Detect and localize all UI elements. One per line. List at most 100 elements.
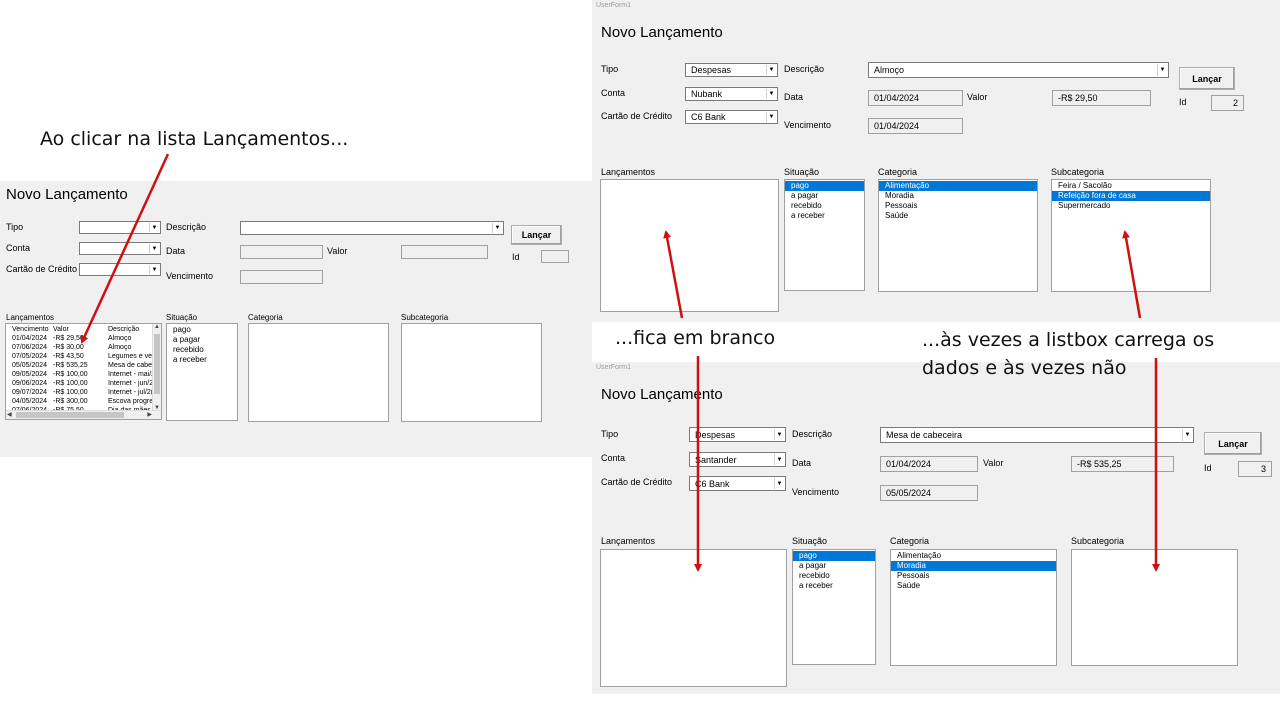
table-row[interactable]: 04/05/2024 -R$ 300,00 Escova progres [12, 397, 161, 406]
lancar-button[interactable]: Lançar [511, 225, 562, 245]
scroll-right-icon[interactable]: ▶ [147, 411, 152, 418]
table-cell: Internet - mai/2 [108, 371, 154, 378]
tipo-combobox[interactable]: Despesas ▼ [689, 427, 786, 442]
list-item[interactable]: pago [785, 181, 864, 191]
table-cell: Almoço [108, 344, 132, 351]
dropdown-arrow-icon[interactable]: ▼ [149, 223, 159, 232]
valor-field[interactable] [401, 245, 488, 259]
conta-combobox[interactable]: Santander ▼ [689, 452, 786, 467]
subcategoria-listbox[interactable] [1071, 549, 1238, 666]
id-field[interactable]: 2 [1211, 95, 1244, 111]
horizontal-scrollbar[interactable]: ◀ ▶ [6, 410, 161, 419]
list-item[interactable]: recebido [785, 201, 864, 211]
dropdown-arrow-icon[interactable]: ▼ [766, 65, 776, 75]
categoria-listbox[interactable] [248, 323, 389, 422]
conta-combobox[interactable]: ▼ [79, 242, 161, 255]
list-item[interactable]: pago [167, 325, 237, 335]
categoria-label: Categoria [248, 313, 283, 322]
descricao-combobox[interactable]: Almoço ▼ [868, 62, 1169, 78]
dropdown-arrow-icon[interactable]: ▼ [1182, 429, 1192, 441]
list-item[interactable]: a receber [167, 355, 237, 365]
dropdown-arrow-icon[interactable]: ▼ [766, 89, 776, 99]
dropdown-arrow-icon[interactable]: ▼ [492, 223, 502, 233]
descricao-label: Descrição [166, 222, 207, 232]
table-row[interactable]: 05/05/2024 -R$ 535,25 Mesa de cabec [12, 361, 161, 370]
situacao-listbox[interactable]: pago a pagar recebido a receber [784, 179, 865, 291]
table-row[interactable]: 07/05/2024 -R$ 43,50 Legumes e verd [12, 352, 161, 361]
list-item[interactable]: Refeição fora de casa [1052, 191, 1210, 201]
vencimento-field[interactable]: 05/05/2024 [880, 485, 978, 501]
list-item[interactable]: Alimentação [879, 181, 1037, 191]
grid-header-descricao: Descrição [108, 326, 140, 333]
categoria-listbox[interactable]: Alimentação Moradia Pessoais Saúde [878, 179, 1038, 292]
scroll-left-icon[interactable]: ◀ [7, 411, 12, 418]
valor-label: Valor [983, 458, 1004, 468]
dropdown-arrow-icon[interactable]: ▼ [766, 112, 776, 122]
lancamentos-listbox[interactable] [600, 179, 779, 312]
list-item[interactable]: Moradia [891, 561, 1056, 571]
list-item[interactable]: pago [793, 551, 875, 561]
list-item[interactable]: recebido [167, 345, 237, 355]
table-row[interactable]: 09/06/2024 -R$ 100,00 Internet - jun/2 [12, 379, 161, 388]
tipo-combobox[interactable]: ▼ [79, 221, 161, 234]
list-item[interactable]: a pagar [167, 335, 237, 345]
descricao-combobox[interactable]: Mesa de cabeceira ▼ [880, 427, 1194, 443]
data-field[interactable]: 01/04/2024 [880, 456, 978, 472]
conta-combobox[interactable]: Nubank ▼ [685, 87, 778, 101]
dropdown-arrow-icon[interactable]: ▼ [774, 454, 784, 465]
categoria-listbox[interactable]: Alimentação Moradia Pessoais Saúde [890, 549, 1057, 666]
dropdown-arrow-icon[interactable]: ▼ [149, 265, 159, 274]
list-item[interactable]: Moradia [879, 191, 1037, 201]
vertical-scrollbar[interactable]: ▲ ▼ [152, 324, 161, 411]
valor-field[interactable]: -R$ 535,25 [1071, 456, 1174, 472]
grid-rows: 01/04/2024 -R$ 29,50 Almoço 07/06/2024 -R$ 3… [12, 334, 161, 419]
table-cell: Mesa de cabec [108, 362, 154, 369]
valor-field[interactable]: -R$ 29,50 [1052, 90, 1151, 106]
list-item[interactable]: a receber [793, 581, 875, 591]
lancar-button[interactable]: Lançar [1179, 67, 1235, 90]
cartao-label: Cartão de Crédito [6, 264, 78, 274]
tipo-combobox[interactable]: Despesas ▼ [685, 63, 778, 77]
scroll-thumb[interactable] [16, 412, 124, 418]
vencimento-field[interactable] [240, 270, 323, 284]
dropdown-arrow-icon[interactable]: ▼ [1157, 64, 1167, 76]
table-row[interactable]: 07/06/2024 -R$ 30,00 Almoço [12, 343, 161, 352]
list-item[interactable]: Feira / Sacolão [1052, 181, 1210, 191]
id-field[interactable]: 3 [1238, 461, 1272, 477]
list-item[interactable]: a receber [785, 211, 864, 221]
table-cell: Internet - jun/2 [108, 380, 154, 387]
lancamentos-listbox[interactable] [600, 549, 787, 687]
list-item[interactable]: Saúde [879, 211, 1037, 221]
list-item[interactable]: Supermercado [1052, 201, 1210, 211]
dropdown-arrow-icon[interactable]: ▼ [774, 429, 784, 440]
list-item[interactable]: a pagar [785, 191, 864, 201]
data-field[interactable] [240, 245, 323, 259]
scroll-thumb[interactable] [154, 334, 160, 394]
cartao-combobox[interactable]: C6 Bank ▼ [685, 110, 778, 124]
list-item[interactable]: Pessoais [891, 571, 1056, 581]
vencimento-field[interactable]: 01/04/2024 [868, 118, 963, 134]
table-row[interactable]: 01/04/2024 -R$ 29,50 Almoço [12, 334, 161, 343]
list-item[interactable]: a pagar [793, 561, 875, 571]
descricao-combobox[interactable]: ▼ [240, 221, 504, 235]
list-item[interactable]: recebido [793, 571, 875, 581]
cartao-combobox[interactable]: ▼ [79, 263, 161, 276]
list-item[interactable]: Pessoais [879, 201, 1037, 211]
list-item[interactable]: Saúde [891, 581, 1056, 591]
subcategoria-listbox[interactable]: Feira / Sacolão Refeição fora de casa Su… [1051, 179, 1211, 292]
lancar-button[interactable]: Lançar [1204, 432, 1262, 455]
data-field[interactable]: 01/04/2024 [868, 90, 963, 106]
dropdown-arrow-icon[interactable]: ▼ [774, 478, 784, 489]
id-field[interactable] [541, 250, 569, 263]
table-row[interactable]: 09/05/2024 -R$ 100,00 Internet - mai/2 [12, 370, 161, 379]
dropdown-arrow-icon[interactable]: ▼ [149, 244, 159, 253]
subcategoria-listbox[interactable] [401, 323, 542, 422]
table-row[interactable]: 09/07/2024 -R$ 100,00 Internet - jul/2( [12, 388, 161, 397]
list-item[interactable]: Alimentação [891, 551, 1056, 561]
table-cell: 09/05/2024 [12, 371, 48, 378]
situacao-listbox[interactable]: pago a pagar recebido a receber [166, 323, 238, 421]
scroll-up-icon[interactable]: ▲ [154, 324, 160, 330]
lancamentos-listbox[interactable]: Vencimento Valor Descrição 01/04/2024 -R$… [5, 323, 162, 420]
cartao-combobox[interactable]: C6 Bank ▼ [689, 476, 786, 491]
situacao-listbox[interactable]: pago a pagar recebido a receber [792, 549, 876, 665]
